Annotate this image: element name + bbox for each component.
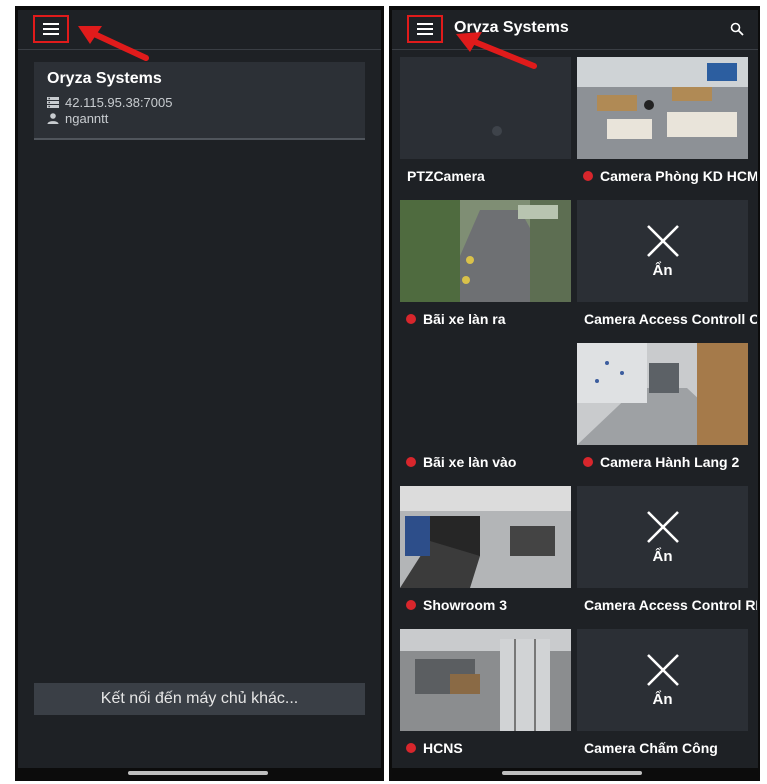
camera-tile[interactable]: Camera Hành Lang 2 [577, 343, 748, 480]
server-user-row: nganntt [47, 111, 108, 126]
camera-label: PTZCamera [400, 167, 580, 185]
camera-tile[interactable]: Ẩn Camera Chấm Công [577, 629, 748, 766]
connect-other-server-button[interactable]: Kết nối đến máy chủ khác... [34, 683, 365, 715]
home-indicator [502, 771, 642, 775]
server-username: nganntt [65, 111, 109, 126]
menu-icon [43, 23, 59, 35]
camera-tile[interactable]: Bãi xe làn ra [400, 200, 571, 337]
loading-indicator [492, 126, 502, 136]
home-indicator [128, 771, 268, 775]
camera-name: Camera Chấm Công [584, 740, 718, 756]
camera-thumbnail: Ẩn [577, 486, 748, 588]
hidden-label: Ẩn [652, 547, 673, 565]
server-address-row: 42.115.95.38:7005 [47, 95, 172, 110]
camera-name: PTZCamera [407, 168, 485, 184]
camera-tile[interactable]: Ẩn Camera Access Control RD [577, 486, 757, 623]
status-dot-icon [583, 457, 593, 467]
camera-name: Bãi xe làn ra [423, 311, 506, 327]
camera-snapshot [577, 343, 748, 445]
app-bar [18, 10, 381, 50]
camera-name: HCNS [423, 740, 463, 756]
camera-tile[interactable]: HCNS [400, 629, 571, 766]
camera-thumbnail [577, 57, 748, 159]
camera-label: Camera Hành Lang 2 [577, 453, 757, 471]
camera-grid-screen: Oryza Systems PTZCamera Camera Phòng KD H… [392, 10, 758, 768]
close-x-icon [646, 653, 679, 686]
status-dot-icon [406, 457, 416, 467]
camera-name: Camera Access Control RD [584, 597, 757, 613]
camera-label: Camera Access Control RD [577, 596, 757, 614]
camera-snapshot [577, 57, 748, 159]
camera-snapshot [400, 486, 571, 588]
camera-label: Bãi xe làn ra [400, 310, 580, 328]
camera-label: Camera Access Controll OS [577, 310, 757, 328]
phone-left: Oryza Systems 42.115.95.38:7005 nganntt [15, 6, 384, 781]
user-icon [47, 113, 59, 124]
server-list-screen: Oryza Systems 42.115.95.38:7005 nganntt [18, 10, 381, 768]
close-x-icon [646, 224, 679, 257]
camera-label: Showroom 3 [400, 596, 580, 614]
server-card[interactable]: Oryza Systems 42.115.95.38:7005 nganntt [34, 62, 365, 140]
hidden-label: Ẩn [652, 261, 673, 279]
app-title: Oryza Systems [454, 19, 569, 36]
menu-button[interactable] [407, 15, 443, 43]
camera-name: Camera Access Controll OS [584, 311, 757, 327]
camera-snapshot [400, 629, 571, 731]
camera-thumbnail: Ẩn [577, 200, 748, 302]
server-address: 42.115.95.38:7005 [65, 95, 173, 110]
status-dot-icon [406, 314, 416, 324]
camera-tile[interactable]: Ẩn Camera Access Controll OS [577, 200, 757, 337]
server-name: Oryza Systems [47, 70, 162, 87]
camera-snapshot [400, 200, 571, 302]
camera-tile[interactable]: Showroom 3 [400, 486, 571, 623]
camera-label: Camera Phòng KD HCM [577, 167, 757, 185]
camera-tile[interactable]: Bãi xe làn vào [400, 343, 571, 480]
camera-thumbnail [400, 486, 571, 588]
camera-name: Camera Hành Lang 2 [600, 454, 740, 470]
search-icon[interactable] [730, 22, 744, 36]
camera-name: Showroom 3 [423, 597, 508, 613]
camera-thumbnail [400, 57, 571, 159]
camera-thumbnail [577, 343, 748, 445]
status-dot-icon [583, 171, 593, 181]
close-x-icon [646, 510, 679, 543]
camera-tile[interactable]: Camera Phòng KD HCM [577, 57, 757, 194]
hidden-label: Ẩn [652, 690, 673, 708]
phone-right: Oryza Systems PTZCamera Camera Phòng KD H… [389, 6, 760, 781]
camera-name: Bãi xe làn vào [423, 454, 517, 470]
camera-thumbnail [400, 343, 571, 445]
camera-thumbnail [400, 629, 571, 731]
camera-name: Camera Phòng KD HCM [600, 168, 757, 184]
menu-icon [417, 23, 433, 35]
status-dot-icon [406, 743, 416, 753]
camera-thumbnail [400, 200, 571, 302]
status-dot-icon [406, 600, 416, 610]
camera-thumbnail: Ẩn [577, 629, 748, 731]
camera-label: Bãi xe làn vào [400, 453, 580, 471]
camera-label: Camera Chấm Công [577, 739, 757, 757]
server-icon [47, 97, 59, 108]
menu-button[interactable] [33, 15, 69, 43]
camera-tile[interactable]: PTZCamera [400, 57, 571, 194]
app-bar: Oryza Systems [392, 10, 758, 50]
camera-label: HCNS [400, 739, 580, 757]
